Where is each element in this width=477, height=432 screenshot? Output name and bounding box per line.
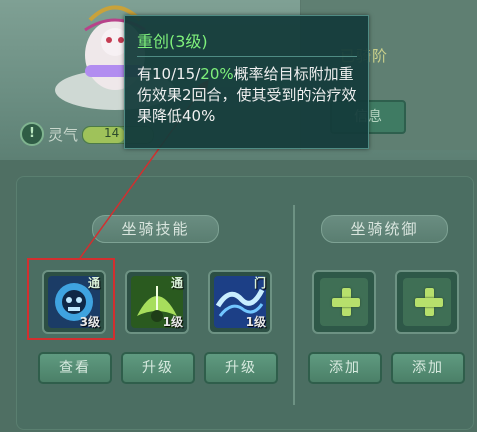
plus-icon: [415, 288, 443, 316]
spirit-value: 14: [104, 126, 120, 140]
skill-tag: 通: [170, 276, 183, 290]
upgrade-button-1[interactable]: 升级: [121, 352, 195, 384]
skill-level: 1级: [162, 315, 183, 329]
upgrade-button-2[interactable]: 升级: [204, 352, 278, 384]
section-divider: [293, 205, 295, 405]
tooltip-body-prefix: 有10/15/: [137, 65, 201, 83]
command-slot-1[interactable]: [312, 270, 376, 334]
skill-slot-2[interactable]: 通 1级: [125, 270, 189, 334]
add-button-2[interactable]: 添加: [391, 352, 465, 384]
spirit-icon: !: [20, 122, 44, 146]
command-slot-2[interactable]: [395, 270, 459, 334]
tooltip-highlight-value: 20%: [200, 65, 234, 83]
skill-tooltip: 重创(3级) 有10/15/20%概率给目标附加重伤效果2回合，使其受到的治疗效…: [124, 15, 369, 149]
tooltip-divider: [137, 56, 357, 57]
view-button[interactable]: 查看: [38, 352, 112, 384]
annotation-highlight-box: [27, 258, 115, 340]
skill-slot-3[interactable]: 门 1级: [208, 270, 272, 334]
mount-skills-header: 坐骑技能: [92, 215, 219, 243]
add-button-1[interactable]: 添加: [308, 352, 382, 384]
skill-tag: 门: [253, 276, 266, 290]
tooltip-body: 有10/15/20%概率给目标附加重伤效果2回合，使其受到的治疗效果降低40%: [137, 64, 362, 127]
plus-icon: [332, 288, 360, 316]
mount-command-header: 坐骑统御: [321, 215, 448, 243]
skill-level: 1级: [245, 315, 266, 329]
tooltip-title: 重创(3级): [137, 32, 208, 51]
spirit-label: 灵气: [48, 126, 79, 144]
